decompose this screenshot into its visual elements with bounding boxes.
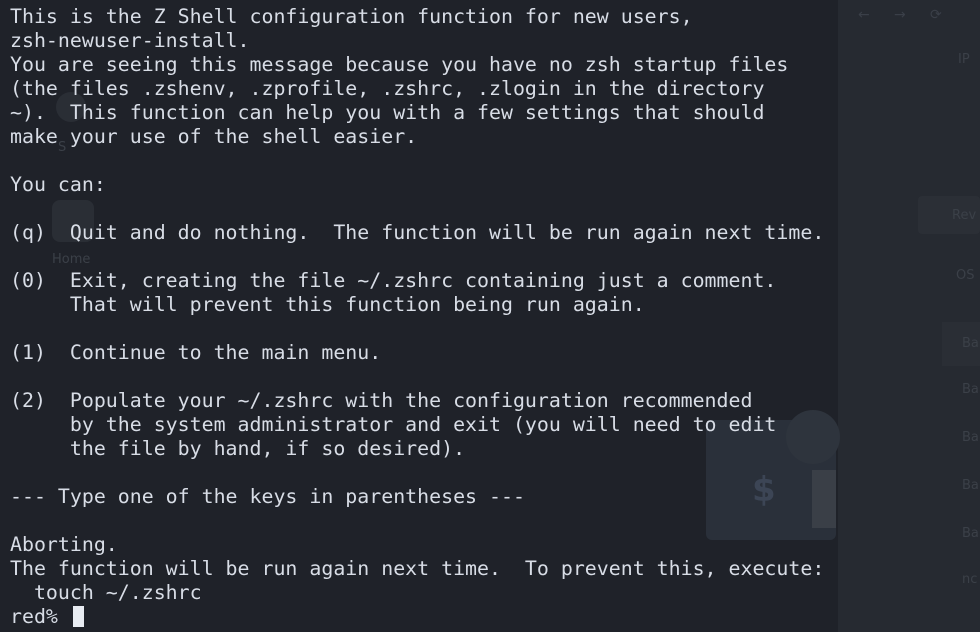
terminal-line: zsh-newuser-install. bbox=[10, 29, 250, 52]
terminal-output: This is the Z Shell configuration functi… bbox=[10, 5, 980, 605]
terminal-line: This is the Z Shell configuration functi… bbox=[10, 5, 693, 28]
terminal-line: (0) Exit, creating the file ~/.zshrc con… bbox=[10, 269, 777, 292]
terminal-line: the file by hand, if so desired). bbox=[10, 437, 466, 460]
terminal-line: Aborting. bbox=[10, 533, 118, 556]
text-cursor bbox=[72, 606, 84, 627]
terminal-line: (2) Populate your ~/.zshrc with the conf… bbox=[10, 389, 753, 412]
terminal-line: (the files .zshenv, .zprofile, .zshrc, .… bbox=[10, 77, 765, 100]
terminal-line: That will prevent this function being ru… bbox=[10, 293, 645, 316]
terminal-line: (1) Continue to the main menu. bbox=[10, 341, 382, 364]
shell-prompt: red% bbox=[10, 605, 70, 628]
terminal-line: make your use of the shell easier. bbox=[10, 125, 418, 148]
prompt-line[interactable]: red% bbox=[10, 605, 980, 629]
terminal-line: ~). This function can help you with a fe… bbox=[10, 101, 765, 124]
terminal-line: touch ~/.zshrc bbox=[10, 581, 202, 604]
terminal-line: (q) Quit and do nothing. The function wi… bbox=[10, 221, 825, 244]
terminal-line: --- Type one of the keys in parentheses … bbox=[10, 485, 525, 508]
terminal-line: You are seeing this message because you … bbox=[10, 53, 789, 76]
terminal-window[interactable]: This is the Z Shell configuration functi… bbox=[0, 0, 980, 632]
terminal-line: The function will be run again next time… bbox=[10, 557, 825, 580]
terminal-line: by the system administrator and exit (yo… bbox=[10, 413, 777, 436]
terminal-line: You can: bbox=[10, 173, 106, 196]
